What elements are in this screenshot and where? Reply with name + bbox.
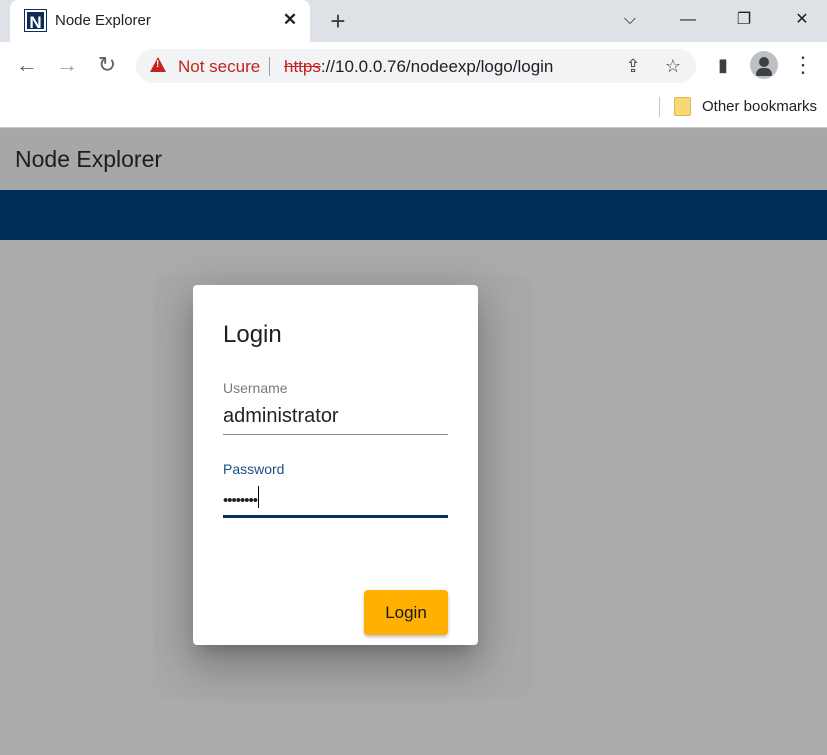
username-underline	[223, 434, 448, 435]
app-navbar	[0, 190, 827, 240]
side-panel-icon[interactable]: ▮	[708, 50, 738, 80]
url-text[interactable]: https://10.0.0.76/nodeexp/logo/login	[284, 57, 553, 77]
close-window-icon[interactable]: ✕	[782, 6, 822, 34]
password-underline	[223, 515, 448, 518]
bookmarks-divider	[659, 97, 660, 117]
folder-icon[interactable]	[674, 97, 691, 116]
address-divider	[269, 57, 270, 76]
tab-close-icon[interactable]: ✕	[278, 8, 302, 32]
login-button[interactable]: Login	[364, 590, 448, 635]
node-explorer-favicon-icon: N	[24, 9, 47, 32]
app-header: Node Explorer	[0, 129, 827, 190]
new-tab-button[interactable]: +	[324, 8, 352, 36]
back-arrow-icon[interactable]: ←	[12, 50, 42, 80]
password-input[interactable]: ••••••••	[223, 486, 448, 509]
address-bar[interactable]: Not secure https://10.0.0.76/nodeexp/log…	[136, 49, 696, 83]
login-dialog: Login Username administrator Password ••…	[193, 285, 478, 645]
browser-menu-icon[interactable]: ⋮	[788, 50, 818, 80]
tab-search-icon[interactable]: ⌵	[610, 6, 650, 34]
bookmarks-bar: Other bookmarks	[0, 88, 827, 128]
other-bookmarks-link[interactable]: Other bookmarks	[702, 98, 817, 115]
url-path: ://10.0.0.76/nodeexp/logo/login	[320, 57, 554, 76]
text-caret	[258, 486, 260, 508]
tab-title: Node Explorer	[55, 12, 151, 29]
bookmark-star-icon[interactable]: ☆	[661, 54, 685, 78]
restore-icon[interactable]: ❐	[724, 6, 764, 34]
tab-strip: N Node Explorer ✕ + ⌵ — ❐ ✕	[0, 0, 827, 42]
security-status[interactable]: Not secure	[178, 57, 260, 77]
forward-arrow-icon[interactable]: →	[52, 50, 82, 80]
warning-icon[interactable]	[150, 57, 166, 72]
reload-icon[interactable]: ↻	[92, 50, 122, 80]
username-label: Username	[223, 380, 288, 396]
browser-tab[interactable]: N Node Explorer ✕	[10, 0, 310, 42]
password-mask: ••••••••	[223, 492, 258, 509]
minimize-icon[interactable]: —	[668, 6, 708, 34]
password-label: Password	[223, 461, 285, 477]
profile-avatar-icon[interactable]	[750, 51, 778, 79]
share-icon[interactable]: ⇪	[621, 54, 645, 78]
login-title: Login	[223, 321, 282, 348]
username-input[interactable]: administrator	[223, 405, 448, 428]
app-title: Node Explorer	[15, 146, 163, 172]
browser-toolbar: ← → ↻ Not secure https://10.0.0.76/nodee…	[0, 42, 827, 88]
url-scheme: https	[284, 57, 321, 76]
